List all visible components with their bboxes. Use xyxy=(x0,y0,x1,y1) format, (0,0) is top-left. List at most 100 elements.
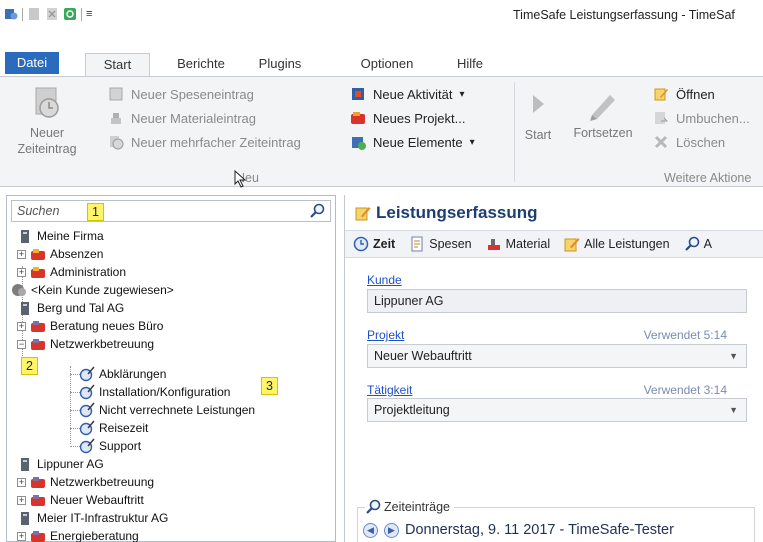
activity-select[interactable]: Projektleitung ▼ xyxy=(367,398,747,422)
project-folder-icon xyxy=(31,249,45,260)
collapse-toggle[interactable]: − xyxy=(17,339,26,349)
project-folder-icon xyxy=(31,339,45,350)
tree-item-label: Lippuner AG xyxy=(37,457,104,471)
tree-item-activity[interactable]: Support xyxy=(79,437,141,455)
group-label-weitere-aktionen: Weitere Aktione xyxy=(664,171,752,185)
tree-item-project[interactable]: + Neuer Webauftritt xyxy=(17,491,144,509)
tree-item-customer[interactable]: Meine Firma xyxy=(17,227,104,245)
document-icon[interactable] xyxy=(27,7,41,21)
current-date-label: Donnerstag, 9. 11 2017 - TimeSafe-Tester xyxy=(405,522,674,538)
tree-item-label: Meier IT-Infrastruktur AG xyxy=(37,511,169,525)
edit-icon xyxy=(355,207,371,221)
expand-toggle[interactable]: + xyxy=(17,321,26,331)
customize-quick-access-dropdown[interactable]: ≡ xyxy=(86,8,92,20)
tab-material[interactable]: Material xyxy=(478,236,556,252)
new-project-button[interactable]: Neues Projekt... xyxy=(350,110,466,126)
new-multiple-time-entry-button[interactable]: Neuer mehrfacher Zeiteintrag xyxy=(108,134,301,150)
chevron-down-icon[interactable]: ▼ xyxy=(729,345,738,367)
tree-item-activity[interactable]: Nicht verrechnete Leistungen xyxy=(79,401,255,419)
tree-item-activity[interactable]: Reisezeit xyxy=(79,419,148,437)
tree-item-project[interactable]: + Absenzen xyxy=(17,245,103,263)
new-activity-dropdown-arrow[interactable]: ▾ xyxy=(460,89,465,100)
tree-item-project[interactable]: + Energieberatung xyxy=(17,527,139,542)
new-expense-entry-button[interactable]: Neuer Speseneintrag xyxy=(108,86,254,102)
continue-button[interactable]: Fortsetzen xyxy=(566,85,640,141)
tab-datei[interactable]: Datei xyxy=(5,52,59,74)
multi-clock-icon xyxy=(110,136,124,150)
tab-plugins[interactable]: Plugins xyxy=(250,53,310,77)
refresh-icon[interactable] xyxy=(63,7,77,21)
tab-more[interactable]: A xyxy=(676,236,718,252)
tree-item-project[interactable]: + Beratung neues Büro xyxy=(17,317,163,335)
tree-item-project[interactable]: + Netzwerkbetreuung xyxy=(17,473,154,491)
tree-item-activity[interactable]: Installation/Konfiguration xyxy=(79,383,230,401)
tree-item-label: Reisezeit xyxy=(99,421,149,435)
open-label: Öffnen xyxy=(676,86,715,102)
start-button[interactable]: Start xyxy=(520,85,556,143)
next-day-button[interactable]: ▶ xyxy=(384,522,399,538)
new-activity-button[interactable]: Neue Aktivität ▾ xyxy=(350,86,465,102)
new-time-entry-button[interactable]: Neuer Zeiteintrag xyxy=(2,85,92,157)
separator xyxy=(81,7,82,21)
tab-hilfe[interactable]: Hilfe xyxy=(440,53,500,77)
tree-item-customer[interactable]: Berg und Tal AG xyxy=(17,299,124,317)
project-folder-icon xyxy=(31,495,45,506)
tab-material-label: Material xyxy=(505,237,551,251)
rebook-button[interactable]: Umbuchen... xyxy=(653,110,750,126)
tab-optionen[interactable]: Optionen xyxy=(350,53,424,77)
new-elements-button[interactable]: Neue Elemente ▾ xyxy=(350,134,475,150)
new-elements-label: Neue Elemente xyxy=(373,134,463,150)
tree-item-customer[interactable]: <Kein Kunde zugewiesen> xyxy=(11,281,174,299)
new-elements-dropdown-arrow[interactable]: ▾ xyxy=(470,137,475,148)
delete-document-icon[interactable] xyxy=(45,7,59,21)
customer-label[interactable]: Kunde xyxy=(367,273,402,287)
expand-toggle[interactable]: + xyxy=(17,267,26,277)
tree-item-customer[interactable]: Lippuner AG xyxy=(17,455,104,473)
project-select[interactable]: Neuer Webauftritt ▼ xyxy=(367,344,747,368)
tab-berichte[interactable]: Berichte xyxy=(166,53,236,77)
entry-tabs: Zeit Spesen Material Alle Leistungen A xyxy=(345,230,763,258)
activity-clock-icon xyxy=(79,420,95,436)
activity-label[interactable]: Tätigkeit xyxy=(367,383,412,397)
activity-value: Projektleitung xyxy=(374,403,450,417)
new-elements-icon xyxy=(352,137,366,150)
time-entries-header: Zeiteinträge xyxy=(365,499,455,515)
tab-zeit[interactable]: Zeit xyxy=(345,236,401,252)
quick-access-toolbar: ≡ xyxy=(4,7,92,21)
tab-alle-leistungen[interactable]: Alle Leistungen xyxy=(556,236,675,252)
annotation-badge-2: 2 xyxy=(21,357,38,375)
tree-item-label: Berg und Tal AG xyxy=(37,301,125,315)
tree-item-label: Abklärungen xyxy=(99,367,167,381)
chevron-down-icon[interactable]: ▼ xyxy=(729,399,738,421)
open-button[interactable]: Öffnen xyxy=(653,86,715,102)
delete-icon xyxy=(654,135,668,149)
search-icon[interactable] xyxy=(309,203,325,219)
project-label[interactable]: Projekt xyxy=(367,328,404,342)
tree-item-project[interactable]: − Netzwerkbetreuung xyxy=(17,335,154,353)
new-time-entry-label-2: Zeiteintrag xyxy=(17,142,77,156)
activity-clock-icon xyxy=(79,402,95,418)
expand-toggle[interactable]: + xyxy=(17,477,26,487)
search-icon xyxy=(366,499,381,514)
page-title: Leistungserfassung xyxy=(355,203,538,223)
tree-item-activity[interactable]: Abklärungen xyxy=(79,365,166,383)
customer-field: Lippuner AG xyxy=(367,289,747,313)
project-value: Neuer Webauftritt xyxy=(374,349,472,363)
new-material-entry-button[interactable]: Neuer Materialeintrag xyxy=(108,110,256,126)
time-entries-section: Zeiteinträge ◀ ▶ Donnerstag, 9. 11 2017 … xyxy=(357,495,763,542)
tab-start[interactable]: Start xyxy=(85,53,150,78)
expand-toggle[interactable]: + xyxy=(17,531,26,541)
expand-toggle[interactable]: + xyxy=(17,249,26,259)
previous-day-button[interactable]: ◀ xyxy=(363,522,378,538)
project-folder-icon xyxy=(31,267,45,278)
tree-item-project[interactable]: + Administration xyxy=(17,263,126,281)
delete-button[interactable]: Löschen xyxy=(653,134,725,150)
tree-item-customer[interactable]: Meier IT-Infrastruktur AG xyxy=(17,509,168,527)
expand-toggle[interactable]: + xyxy=(17,495,26,505)
app-icon[interactable] xyxy=(4,7,18,21)
project-icon xyxy=(351,112,365,124)
tab-spesen[interactable]: Spesen xyxy=(401,236,477,252)
tree-line xyxy=(70,366,71,444)
title-bar: ≡ TimeSafe Leistungserfassung - TimeSaf xyxy=(0,0,763,30)
search-input[interactable]: Suchen xyxy=(11,200,331,222)
